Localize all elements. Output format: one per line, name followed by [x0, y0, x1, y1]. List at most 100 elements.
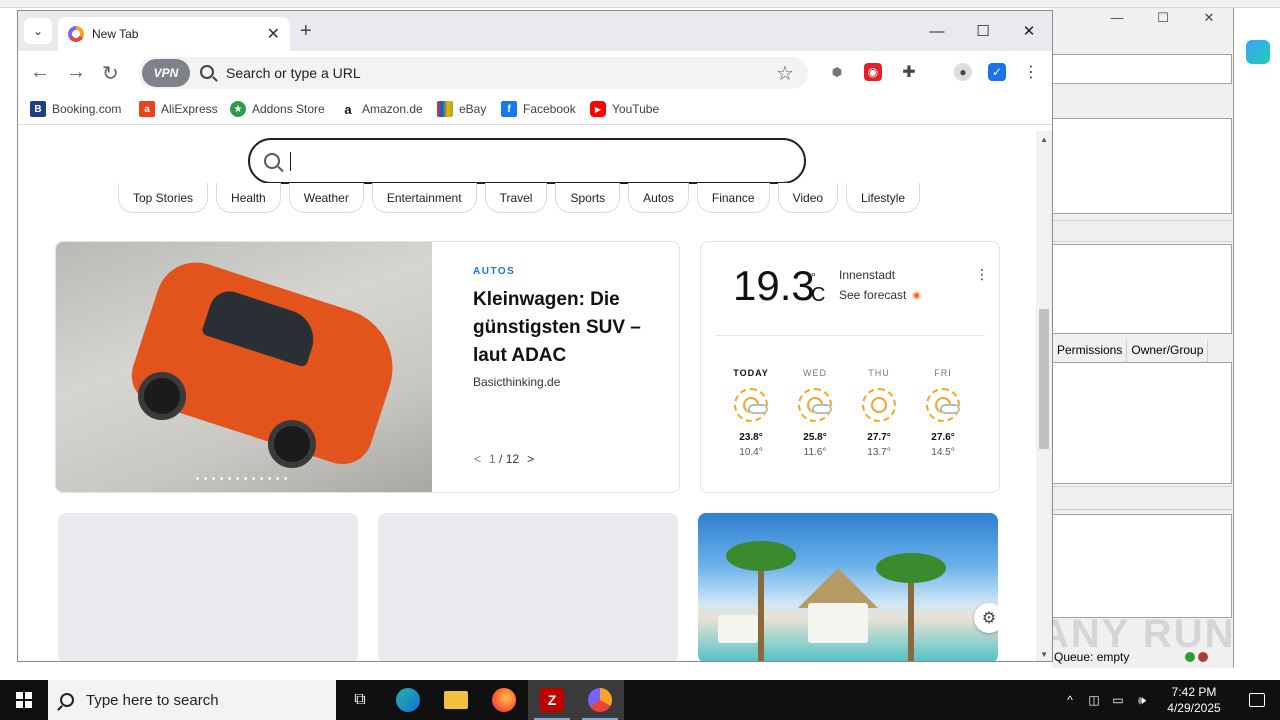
carousel-dot[interactable]: [276, 477, 279, 480]
taskbar-firefox[interactable]: [480, 680, 528, 720]
pill-video[interactable]: Video: [777, 183, 839, 213]
copilot-icon[interactable]: [1246, 40, 1270, 64]
pill-finance[interactable]: Finance: [696, 183, 770, 213]
forecast-day[interactable]: FRI 27.6° 14.5°: [911, 368, 975, 458]
pill-top-stories[interactable]: Top Stories: [118, 183, 209, 213]
kebab-menu-icon[interactable]: ⋮: [1022, 63, 1040, 81]
palm-leaves: [726, 541, 796, 571]
profile-avatar-icon[interactable]: ●: [954, 63, 972, 81]
pager-prev-button[interactable]: <: [474, 452, 481, 466]
carousel-dot[interactable]: [212, 477, 215, 480]
carousel-dot[interactable]: [252, 477, 255, 480]
carousel-dot[interactable]: [204, 477, 207, 480]
start-button[interactable]: [0, 680, 48, 720]
pill-lifestyle[interactable]: Lifestyle: [846, 183, 921, 213]
network-icon[interactable]: ▭: [1106, 693, 1130, 707]
new-tab-button[interactable]: +: [300, 20, 312, 43]
carousel-dot[interactable]: [220, 477, 223, 480]
close-window-button[interactable]: ✕: [1006, 11, 1052, 51]
forecast-day[interactable]: WED 25.8° 11.6°: [783, 368, 847, 458]
reload-icon[interactable]: ↻: [102, 61, 119, 86]
browser-logo-icon: [68, 26, 84, 42]
carousel-dot[interactable]: [284, 477, 287, 480]
addons-store-icon: ★: [230, 101, 246, 117]
bookmark-star-icon[interactable]: ☆: [776, 61, 794, 86]
bookmark-ebay[interactable]: eBay: [437, 101, 486, 117]
carousel-dot[interactable]: [228, 477, 231, 480]
taskbar-file-explorer[interactable]: [432, 680, 480, 720]
pill-travel[interactable]: Travel: [484, 183, 548, 213]
task-view-button[interactable]: ⧉: [336, 680, 384, 720]
taskbar-filezilla[interactable]: Z: [528, 680, 576, 720]
bookmark-aliexpress[interactable]: a AliExpress: [139, 101, 218, 117]
shield-extension-icon[interactable]: ⬢: [828, 63, 846, 81]
carousel-dot[interactable]: [236, 477, 239, 480]
weather-card[interactable]: 19.3 ° C Innenstadt See forecast ⋮ TODAY…: [700, 241, 1000, 493]
bg-panel-bar: [1052, 54, 1232, 84]
news-card[interactable]: AUTOS Kleinwagen: Die günstigsten SUV – …: [55, 241, 680, 493]
tab-search-button[interactable]: ⌄: [24, 18, 52, 44]
bg-close-icon[interactable]: ✕: [1197, 10, 1221, 26]
news-headline[interactable]: Kleinwagen: Die günstigsten SUV – laut A…: [473, 286, 663, 370]
bg-col-permissions[interactable]: Permissions: [1053, 340, 1128, 362]
bookmark-addons-store[interactable]: ★ Addons Store: [230, 101, 325, 117]
clock[interactable]: 7:42 PM 4/29/2025: [1154, 684, 1234, 716]
address-bar-placeholder[interactable]: Search or type a URL: [226, 65, 361, 81]
carousel-dot[interactable]: [244, 477, 247, 480]
carousel-dot[interactable]: [268, 477, 271, 480]
adblock-extension-icon[interactable]: ◉: [864, 63, 882, 81]
bookmark-youtube[interactable]: ▶ YouTube: [590, 101, 659, 117]
bookmark-amazon[interactable]: a Amazon.de: [340, 101, 423, 117]
pill-sports[interactable]: Sports: [555, 183, 621, 213]
travel-image-card[interactable]: ⚙: [698, 513, 998, 661]
pill-autos[interactable]: Autos: [628, 183, 689, 213]
forecast-day[interactable]: TODAY 23.8° 10.4°: [719, 368, 783, 458]
pill-health[interactable]: Health: [216, 183, 281, 213]
bg-maximize-icon[interactable]: ☐: [1151, 10, 1175, 26]
vpn-toggle-button[interactable]: VPN: [142, 59, 190, 87]
carousel-dot[interactable]: [196, 477, 199, 480]
tab-new-tab[interactable]: New Tab ✕: [58, 17, 290, 51]
pill-entertainment[interactable]: Entertainment: [371, 183, 477, 213]
youtube-icon: ▶: [590, 101, 606, 117]
taskbar-edge[interactable]: [384, 680, 432, 720]
pill-weather[interactable]: Weather: [288, 183, 364, 213]
taskbar-search-box[interactable]: Type here to search: [48, 680, 336, 720]
volume-icon[interactable]: 🕪: [1130, 693, 1154, 708]
close-tab-icon[interactable]: ✕: [267, 24, 280, 44]
meet-now-icon[interactable]: ◫: [1082, 693, 1106, 707]
bookmark-label: Booking.com: [52, 102, 122, 116]
tab-strip: ⌄ New Tab ✕ + — ☐ ✕: [18, 11, 1052, 51]
minimize-button[interactable]: —: [914, 11, 960, 51]
cloud-shape: [812, 404, 832, 414]
notifications-button[interactable]: [1234, 680, 1280, 720]
scroll-down-icon[interactable]: ▼: [1040, 650, 1048, 659]
extensions-puzzle-icon[interactable]: ✚: [900, 63, 918, 81]
loading-card-placeholder: [378, 513, 678, 661]
gear-icon[interactable]: ⚙: [974, 603, 998, 633]
chevron-up-icon[interactable]: ^: [1058, 693, 1082, 707]
bookmark-facebook[interactable]: f Facebook: [501, 101, 576, 117]
bg-path-bar[interactable]: [1052, 220, 1232, 242]
page-scrollbar[interactable]: ▲ ▼: [1036, 131, 1052, 661]
scroll-up-icon[interactable]: ▲: [1040, 135, 1048, 144]
pager-next-button[interactable]: >: [527, 452, 534, 466]
taskbar-browser[interactable]: [576, 680, 624, 720]
sun-core: [871, 397, 887, 413]
page-search-input[interactable]: [248, 138, 806, 184]
bg-minimize-icon[interactable]: —: [1105, 10, 1129, 26]
bg-file-list: [1052, 362, 1232, 484]
weather-menu-icon[interactable]: ⋮: [975, 266, 989, 283]
carousel-dot[interactable]: [260, 477, 263, 480]
back-arrow-icon[interactable]: ←: [30, 61, 50, 84]
vpn-shield-extension-icon[interactable]: ✓: [988, 63, 1006, 81]
see-forecast-link[interactable]: See forecast: [839, 288, 922, 302]
bookmark-booking[interactable]: B Booking.com: [30, 101, 121, 117]
forecast-day[interactable]: THU 27.7° 13.7°: [847, 368, 911, 458]
bg-col-owner[interactable]: Owner/Group: [1127, 340, 1209, 362]
forward-arrow-icon[interactable]: →: [66, 61, 86, 84]
maximize-button[interactable]: ☐: [960, 11, 1006, 51]
ebay-icon: [437, 101, 453, 117]
scrollbar-thumb[interactable]: [1039, 309, 1049, 449]
news-image[interactable]: [56, 242, 432, 492]
